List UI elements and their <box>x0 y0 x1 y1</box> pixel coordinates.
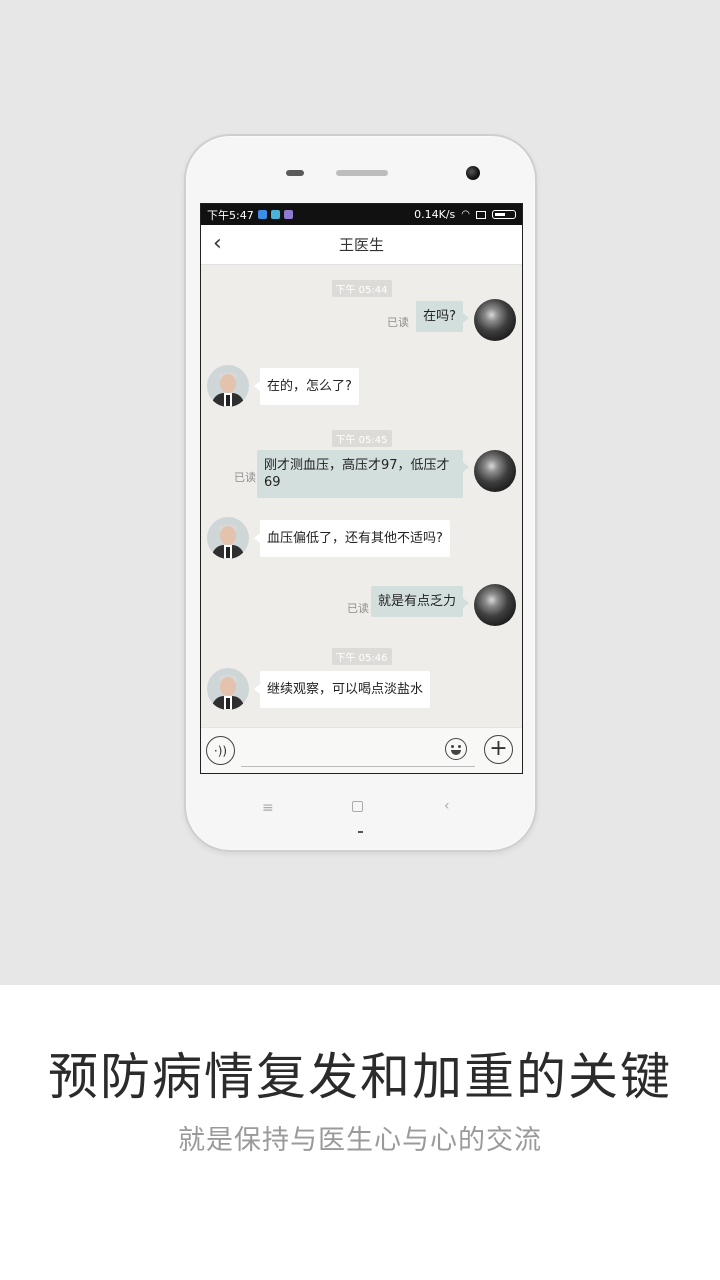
message-list[interactable]: 下午 05:44 已读 在吗? 在的，怎么了? 下午 05:45 已读 刚才测血… <box>201 265 522 727</box>
back-key-icon[interactable]: ‹ <box>444 798 450 814</box>
message-input[interactable] <box>241 737 475 767</box>
message-timestamp: 下午 05:45 <box>331 430 392 447</box>
wifi-icon: ◠ <box>461 209 470 220</box>
message-bubble[interactable]: 血压偏低了，还有其他不适吗? <box>254 520 450 557</box>
back-arrow-icon[interactable]: ‹ <box>213 233 222 255</box>
read-status: 已读 <box>234 471 256 484</box>
doctor-avatar[interactable] <box>207 517 249 559</box>
message-timestamp: 下午 05:44 <box>331 280 392 297</box>
my-avatar[interactable] <box>474 299 516 341</box>
read-status: 已读 <box>347 602 369 615</box>
voice-input-button[interactable]: ·)) <box>206 736 235 765</box>
message-bubble[interactable]: 继续观察，可以喝点淡盐水 <box>253 671 431 708</box>
message-timestamp: 下午 05:46 <box>331 648 392 665</box>
message-bubble[interactable]: 刚才测血压，高压才97，低压才69 <box>257 450 469 498</box>
phone-frame: 下午5:47 0.14K/s ◠ ‹ 王医生 下午 05:44 已读 在吗? 在… <box>184 134 537 852</box>
hardware-keys: ≡ ‹ <box>186 796 535 826</box>
earpiece-speaker <box>336 170 388 176</box>
status-bar: 下午5:47 0.14K/s ◠ <box>201 204 522 225</box>
menu-key-icon[interactable]: ≡ <box>262 800 274 816</box>
app-icon <box>270 210 280 219</box>
emoji-button[interactable] <box>445 738 467 760</box>
chat-header: ‹ 王医生 <box>201 225 522 265</box>
phone-screen: 下午5:47 0.14K/s ◠ ‹ 王医生 下午 05:44 已读 在吗? 在… <box>200 203 523 774</box>
my-avatar[interactable] <box>474 450 516 492</box>
message-bubble[interactable]: 在吗? <box>416 301 469 332</box>
message-bubble[interactable]: 就是有点乏力 <box>370 586 470 617</box>
home-key-icon[interactable] <box>352 801 363 812</box>
sim-icon <box>476 210 486 219</box>
indicator-dash <box>358 831 363 833</box>
battery-icon <box>492 210 516 219</box>
read-status: 已读 <box>387 316 409 329</box>
more-options-button[interactable]: + <box>484 735 513 764</box>
chat-title: 王医生 <box>338 236 384 254</box>
notification-icon <box>283 210 293 219</box>
promo-subline: 就是保持与医生心与心的交流 <box>178 1125 542 1156</box>
front-camera-icon <box>466 166 480 180</box>
input-bar: ·)) + <box>201 727 522 773</box>
network-speed: 0.14K/s <box>414 208 456 221</box>
my-avatar[interactable] <box>474 584 516 626</box>
message-bubble[interactable]: 在的，怎么了? <box>254 368 359 405</box>
status-time: 下午5:47 <box>207 208 254 222</box>
doctor-avatar[interactable] <box>207 365 249 407</box>
sensor-dot <box>286 170 304 176</box>
doctor-avatar[interactable] <box>207 668 249 710</box>
shield-icon <box>257 210 267 219</box>
promo-headline: 预防病情复发和加重的关键 <box>48 1048 672 1106</box>
